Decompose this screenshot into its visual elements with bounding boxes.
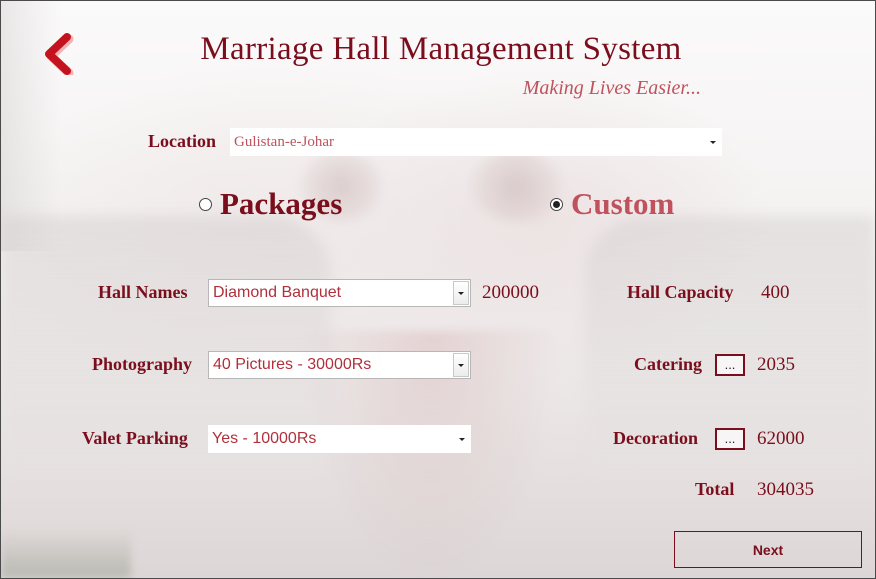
custom-radio-label: Custom: [571, 186, 675, 221]
chevron-down-icon[interactable]: [453, 353, 469, 377]
hall-price: 200000: [482, 282, 539, 303]
packages-radio[interactable]: Packages: [199, 186, 342, 222]
valet-parking-dropdown[interactable]: Yes - 10000Rs: [208, 425, 471, 453]
app-tagline: Making Lives Easier...: [522, 77, 701, 99]
photography-dropdown[interactable]: 40 Pictures - 30000Rs: [208, 351, 471, 379]
chevron-down-icon[interactable]: [453, 281, 469, 305]
packages-radio-indicator[interactable]: [199, 197, 212, 211]
hall-capacity-value: 400: [761, 282, 790, 303]
hall-names-selected: Diamond Banquet: [213, 284, 342, 301]
valet-parking-label: Valet Parking: [82, 428, 188, 448]
location-selected: Gulistan-e-Johar: [234, 133, 334, 150]
chevron-down-icon[interactable]: [705, 130, 721, 154]
catering-browse-button[interactable]: ...: [715, 354, 745, 376]
decoration-value: 62000: [757, 428, 805, 449]
photography-selected: 40 Pictures - 30000Rs: [213, 356, 372, 373]
hall-names-label: Hall Names: [98, 282, 188, 302]
decoration-label: Decoration: [613, 428, 698, 448]
custom-radio[interactable]: Custom: [550, 186, 674, 222]
packages-radio-label: Packages: [220, 186, 343, 221]
app-title: Marriage Hall Management System: [200, 31, 682, 67]
total-label: Total: [695, 479, 735, 499]
hall-names-dropdown[interactable]: Diamond Banquet: [208, 279, 471, 307]
background-grass: [1, 528, 131, 578]
decoration-browse-button[interactable]: ...: [715, 428, 745, 450]
back-arrow-icon: [45, 33, 74, 78]
hall-capacity-label: Hall Capacity: [627, 282, 734, 302]
location-label: Location: [148, 131, 217, 151]
catering-value: 2035: [757, 354, 795, 375]
chevron-down-icon[interactable]: [454, 427, 470, 451]
valet-parking-selected: Yes - 10000Rs: [212, 430, 317, 447]
total-value: 304035: [757, 479, 814, 500]
back-button[interactable]: [37, 33, 77, 78]
app-window: Marriage Hall Management System Making L…: [0, 0, 876, 579]
custom-radio-indicator[interactable]: [550, 197, 563, 211]
catering-label: Catering: [634, 354, 702, 374]
photography-label: Photography: [92, 354, 193, 374]
location-dropdown[interactable]: Gulistan-e-Johar: [230, 128, 722, 156]
next-button[interactable]: Next: [674, 531, 862, 568]
background-flowers-right: [471, 151, 561, 221]
